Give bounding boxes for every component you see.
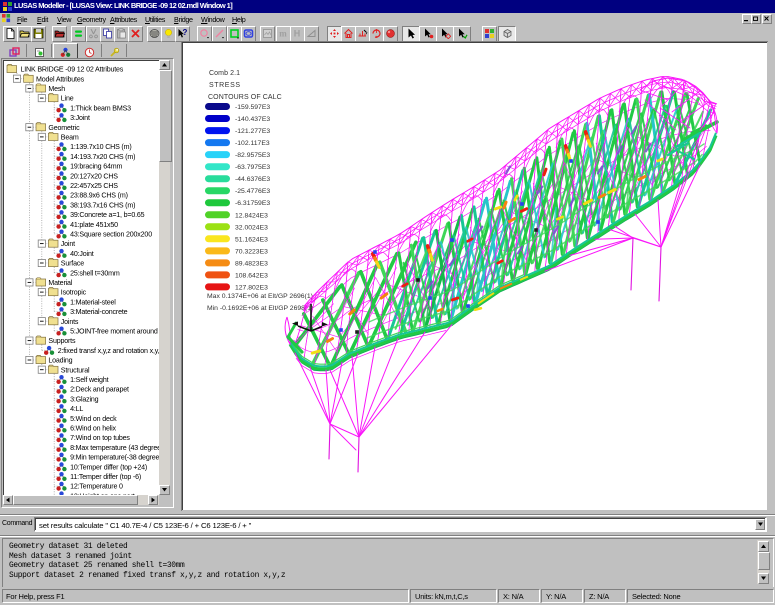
svg-text:Min -0.1692E+06 at Elt/GP 2698: Min -0.1692E+06 at Elt/GP 2698(1): [207, 305, 313, 312]
svg-text:1:139.7x10 CHS (m): 1:139.7x10 CHS (m): [70, 143, 131, 151]
svg-text:12:Temperature 0: 12:Temperature 0: [70, 483, 123, 491]
svg-text:-6.31759E3: -6.31759E3: [235, 200, 270, 207]
svg-text:2:fixed transf x,y,z and rotat: 2:fixed transf x,y,z and rotation x,y,z: [58, 347, 159, 355]
svg-text:3:Glazing: 3:Glazing: [70, 395, 99, 403]
svg-text:Max 0.1374E+06 at Elt/GP 2696(: Max 0.1374E+06 at Elt/GP 2696(1): [207, 293, 313, 300]
svg-text:Loading: Loading: [48, 357, 72, 365]
svg-text:38:193.7x16 CHS (m): 38:193.7x16 CHS (m): [70, 201, 135, 209]
svg-text:32.0024E3: 32.0024E3: [235, 224, 268, 231]
svg-text:14:193.7x20 CHS (m): 14:193.7x20 CHS (m): [70, 153, 135, 161]
svg-text:Material: Material: [48, 279, 72, 287]
svg-text:22:457x25 CHS: 22:457x25 CHS: [70, 182, 118, 190]
svg-text:m: m: [279, 29, 287, 39]
svg-text:19:bracing 64mm: 19:bracing 64mm: [70, 163, 122, 171]
svg-text:40:Joint: 40:Joint: [70, 250, 94, 258]
svg-text:Structural: Structural: [61, 366, 90, 374]
svg-text:7:Wind on top tubes: 7:Wind on top tubes: [70, 434, 130, 442]
svg-text:1:Thick beam BMS3: 1:Thick beam BMS3: [70, 104, 131, 112]
svg-text:-44.6376E3: -44.6376E3: [235, 176, 270, 183]
svg-text:127.802E3: 127.802E3: [235, 284, 268, 291]
svg-text:11:Temper differ (top -6): 11:Temper differ (top -6): [70, 473, 141, 481]
svg-text:108.642E3: 108.642E3: [235, 272, 268, 279]
svg-text:Geometric: Geometric: [48, 124, 80, 132]
svg-text:89.4823E3: 89.4823E3: [235, 260, 268, 267]
svg-text:25:shell t=30mm: 25:shell t=30mm: [70, 269, 120, 277]
svg-text:Comb 2.1: Comb 2.1: [209, 70, 240, 77]
svg-text:-159.597E3: -159.597E3: [235, 104, 270, 111]
svg-text:8:Max temperature (43 degree): 8:Max temperature (43 degree): [70, 444, 159, 452]
svg-text:?: ?: [183, 28, 188, 37]
svg-text:-63.7975E3: -63.7975E3: [235, 164, 270, 171]
svg-text:1:Self weight: 1:Self weight: [70, 376, 108, 384]
svg-text:LINK BRIDGE -09 12 02 Attribut: LINK BRIDGE -09 12 02 Attributes: [21, 66, 124, 74]
svg-text:9:Min temperature(-38 degree): 9:Min temperature(-38 degree): [70, 454, 159, 462]
svg-text:H: H: [294, 29, 301, 39]
svg-text:20:127x20 CHS: 20:127x20 CHS: [70, 172, 118, 180]
svg-text:3:Joint: 3:Joint: [70, 114, 90, 122]
svg-text:70.3223E3: 70.3223E3: [235, 248, 268, 255]
svg-text:CONTOURS OF CALC: CONTOURS OF CALC: [208, 94, 282, 101]
svg-text:Model Attributes: Model Attributes: [36, 75, 85, 83]
svg-text:3:Material-concrete: 3:Material-concrete: [70, 308, 128, 316]
svg-text:23:88.9x6 CHS (m): 23:88.9x6 CHS (m): [70, 192, 128, 200]
svg-text:1:Material-steel: 1:Material-steel: [70, 298, 116, 306]
svg-text:Supports: Supports: [48, 337, 76, 345]
svg-text:Isotropic: Isotropic: [61, 289, 87, 297]
svg-text:Line: Line: [61, 95, 74, 103]
svg-text:39:Concrete a=1, b=0.65: 39:Concrete a=1, b=0.65: [70, 211, 145, 219]
svg-text:5:Wind on deck: 5:Wind on deck: [70, 415, 117, 423]
svg-text:6:Wind on helix: 6:Wind on helix: [70, 425, 116, 433]
svg-text:Beam: Beam: [61, 134, 79, 142]
svg-text:5:JOINT-free moment around y: 5:JOINT-free moment around y: [70, 328, 159, 336]
svg-text:12.8424E3: 12.8424E3: [235, 212, 268, 219]
svg-text:43:Square section 200x200: 43:Square section 200x200: [70, 231, 152, 239]
svg-text:-121.277E3: -121.277E3: [235, 128, 270, 135]
svg-text:Joints: Joints: [61, 318, 79, 326]
svg-text:Mesh: Mesh: [48, 85, 65, 93]
svg-text:10:Temper differ (top +24): 10:Temper differ (top +24): [70, 463, 147, 471]
svg-text:-25.4776E3: -25.4776E3: [235, 188, 270, 195]
svg-text:-140.437E3: -140.437E3: [235, 116, 270, 123]
svg-text:2:Deck and parapet: 2:Deck and parapet: [70, 386, 129, 394]
svg-text:Joint: Joint: [61, 240, 75, 248]
svg-text:51.1624E3: 51.1624E3: [235, 236, 268, 243]
svg-text:-102.117E3: -102.117E3: [235, 140, 270, 147]
svg-text:Surface: Surface: [61, 260, 84, 268]
svg-text:STRESS: STRESS: [209, 82, 241, 89]
svg-text:41:plate 451x50: 41:plate 451x50: [70, 221, 118, 229]
svg-text:4:LL: 4:LL: [70, 405, 83, 413]
svg-text:-82.9575E3: -82.9575E3: [235, 152, 270, 159]
